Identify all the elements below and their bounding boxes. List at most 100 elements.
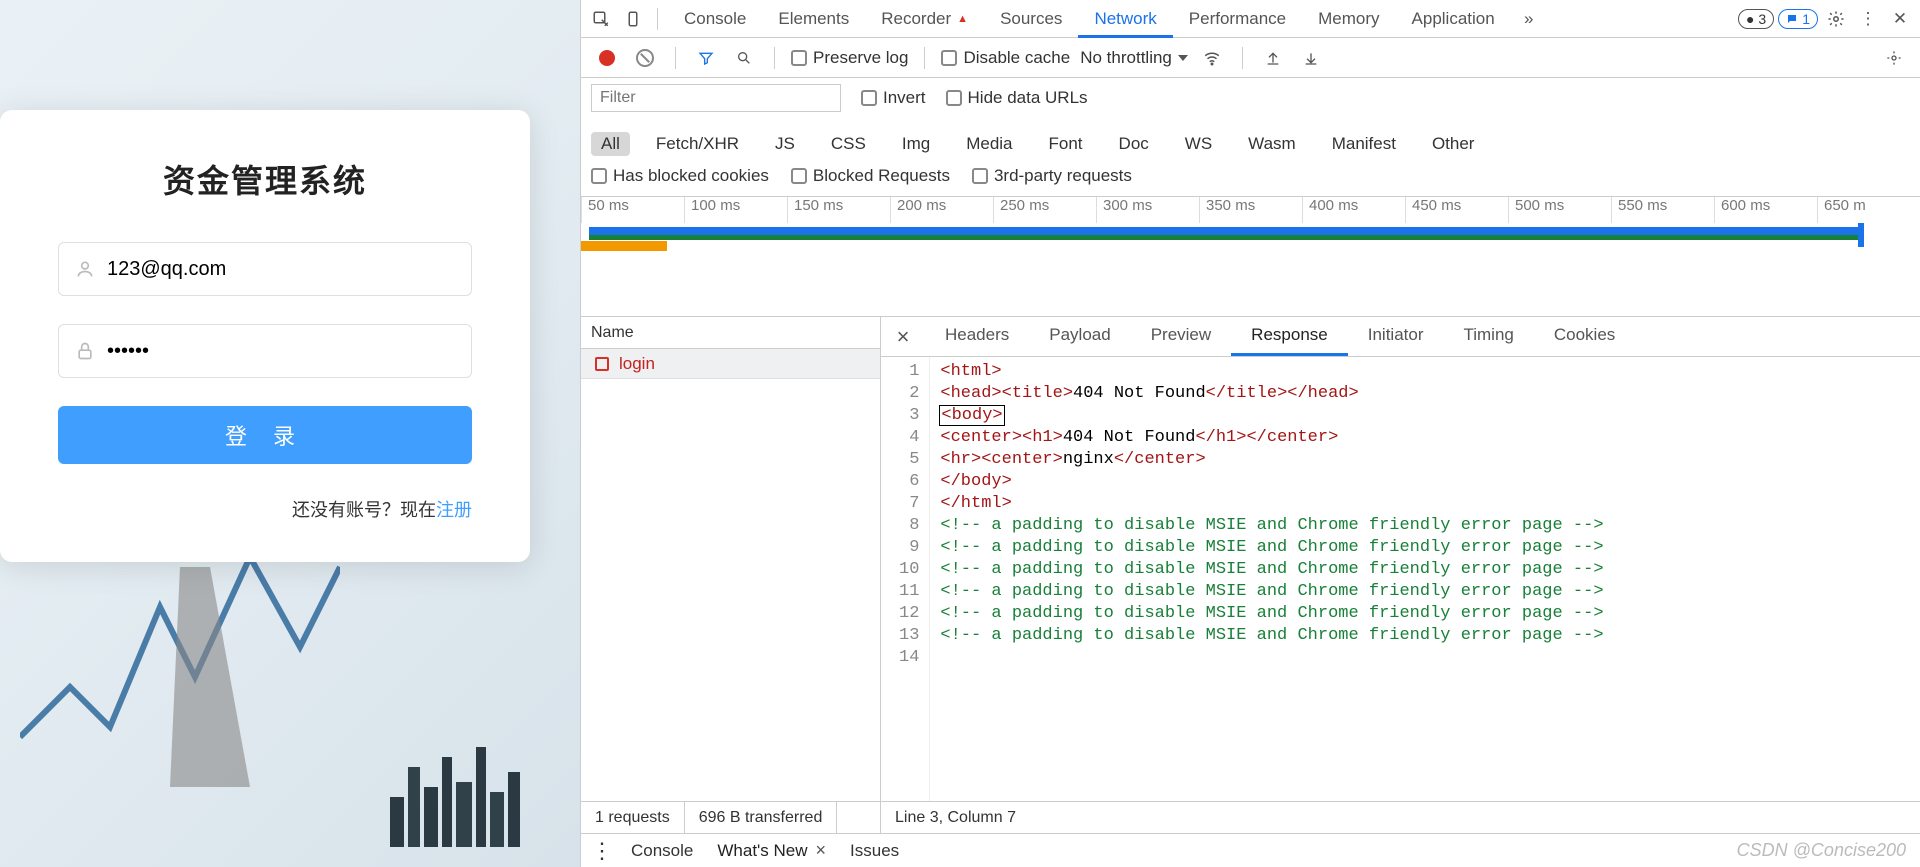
devtools-topbar: ConsoleElementsRecorder▲SourcesNetworkPe… — [581, 0, 1920, 38]
user-icon — [75, 259, 95, 279]
timeline-bar-green — [589, 235, 1860, 240]
detail-tab-preview[interactable]: Preview — [1131, 317, 1231, 356]
response-body[interactable]: 1234567891011121314 <html><head><title>4… — [881, 357, 1920, 801]
timeline-tick: 650 m — [1817, 197, 1920, 223]
drawer-tab-issues[interactable]: Issues — [850, 840, 899, 861]
timeline-tick: 200 ms — [890, 197, 993, 223]
login-title: 资金管理系统 — [58, 156, 472, 202]
type-pill-media[interactable]: Media — [956, 132, 1022, 156]
lock-icon — [75, 341, 95, 361]
preserve-log-checkbox[interactable]: Preserve log — [791, 48, 908, 68]
gear-icon[interactable] — [1822, 5, 1850, 33]
separator — [657, 8, 658, 30]
type-pill-wasm[interactable]: Wasm — [1238, 132, 1306, 156]
watermark: CSDN @Concise200 — [1737, 840, 1906, 861]
clear-button[interactable] — [631, 44, 659, 72]
register-row: 还没有账号？现在注册 — [58, 496, 472, 522]
login-button[interactable]: 登 录 — [58, 406, 472, 464]
devtools-tab-network[interactable]: Network — [1078, 0, 1172, 37]
close-detail-icon[interactable]: × — [891, 324, 915, 350]
throttling-select[interactable]: No throttling — [1080, 48, 1188, 68]
type-pill-css[interactable]: CSS — [821, 132, 876, 156]
type-pill-img[interactable]: Img — [892, 132, 940, 156]
request-error-icon — [595, 357, 609, 371]
close-drawer-tab-icon[interactable]: × — [816, 840, 827, 861]
invert-checkbox[interactable]: Invert — [861, 88, 926, 108]
devtools-tab-application[interactable]: Application — [1396, 0, 1511, 37]
devtools-tabs: ConsoleElementsRecorder▲SourcesNetworkPe… — [668, 0, 1511, 37]
record-button[interactable] — [593, 44, 621, 72]
timeline-tick: 100 ms — [684, 197, 787, 223]
chart-line-decor — [20, 527, 340, 787]
download-icon[interactable] — [1297, 44, 1325, 72]
timeline-tick: 500 ms — [1508, 197, 1611, 223]
timeline-tick: 600 ms — [1714, 197, 1817, 223]
timeline-tick: 50 ms — [581, 197, 684, 223]
network-timeline[interactable]: 50 ms100 ms150 ms200 ms250 ms300 ms350 m… — [581, 197, 1920, 317]
type-pill-all[interactable]: All — [591, 132, 630, 156]
hide-data-urls-checkbox[interactable]: Hide data URLs — [946, 88, 1088, 108]
search-icon[interactable] — [730, 44, 758, 72]
third-party-checkbox[interactable]: 3rd-party requests — [972, 166, 1132, 186]
register-link[interactable]: 注册 — [436, 500, 472, 520]
type-pill-js[interactable]: JS — [765, 132, 805, 156]
email-field[interactable] — [107, 258, 455, 281]
cursor-position: Line 3, Column 7 — [881, 809, 1030, 827]
blocked-requests-checkbox[interactable]: Blocked Requests — [791, 166, 950, 186]
devtools-tab-recorder[interactable]: Recorder▲ — [865, 0, 984, 37]
devtools-tab-memory[interactable]: Memory — [1302, 0, 1395, 37]
password-field[interactable] — [107, 340, 455, 363]
request-list-header[interactable]: Name — [581, 317, 880, 349]
more-tabs-icon[interactable]: » — [1515, 5, 1543, 33]
gear-icon-small[interactable] — [1880, 44, 1908, 72]
drawer-kebab-icon[interactable]: ⋮ — [591, 838, 611, 864]
devtools-tab-elements[interactable]: Elements — [762, 0, 865, 37]
request-list: Name login — [581, 317, 881, 801]
request-row[interactable]: login — [581, 349, 880, 379]
drawer-tab-what-s-new[interactable]: What's New× — [717, 840, 826, 861]
filter-input[interactable] — [591, 84, 841, 112]
kebab-icon[interactable]: ⋮ — [1854, 5, 1882, 33]
inspect-icon[interactable] — [587, 5, 615, 33]
register-prompt: 还没有账号？现在 — [292, 500, 436, 520]
network-body: Name login × HeadersPayloadPreviewRespon… — [581, 317, 1920, 801]
close-devtools-icon[interactable]: ✕ — [1886, 5, 1914, 33]
issues-badge[interactable]: 1 — [1778, 9, 1818, 29]
wifi-icon[interactable] — [1198, 44, 1226, 72]
detail-tab-headers[interactable]: Headers — [925, 317, 1029, 356]
device-icon[interactable] — [619, 5, 647, 33]
status-item: 1 requests — [581, 802, 685, 833]
timeline-tick: 150 ms — [787, 197, 890, 223]
detail-tab-timing[interactable]: Timing — [1443, 317, 1533, 356]
errors-badge[interactable]: ● 3 — [1738, 9, 1774, 29]
type-pill-other[interactable]: Other — [1422, 132, 1485, 156]
disable-cache-checkbox[interactable]: Disable cache — [941, 48, 1070, 68]
detail-tab-response[interactable]: Response — [1231, 317, 1348, 356]
devtools-tab-performance[interactable]: Performance — [1173, 0, 1302, 37]
email-input-wrap[interactable] — [58, 242, 472, 296]
upload-icon[interactable] — [1259, 44, 1287, 72]
timeline-tick: 300 ms — [1096, 197, 1199, 223]
timeline-tick: 400 ms — [1302, 197, 1405, 223]
type-pill-ws[interactable]: WS — [1175, 132, 1222, 156]
detail-tab-initiator[interactable]: Initiator — [1348, 317, 1444, 356]
password-input-wrap[interactable] — [58, 324, 472, 378]
devtools-tab-console[interactable]: Console — [668, 0, 762, 37]
type-pill-font[interactable]: Font — [1039, 132, 1093, 156]
login-card: 资金管理系统 登 录 还没有账号？现在注册 — [0, 110, 530, 562]
timeline-tick: 550 ms — [1611, 197, 1714, 223]
timeline-cap — [1858, 223, 1864, 247]
status-item: 696 B transferred — [685, 802, 838, 833]
status-bar: 1 requests696 B transferred Line 3, Colu… — [581, 801, 1920, 833]
timeline-bar-orange — [581, 241, 667, 251]
detail-tab-payload[interactable]: Payload — [1029, 317, 1130, 356]
blocked-cookies-checkbox[interactable]: Has blocked cookies — [591, 166, 769, 186]
timeline-bar-blue — [589, 227, 1860, 235]
type-pill-doc[interactable]: Doc — [1109, 132, 1159, 156]
filter-icon[interactable] — [692, 44, 720, 72]
type-pill-manifest[interactable]: Manifest — [1322, 132, 1406, 156]
detail-tab-cookies[interactable]: Cookies — [1534, 317, 1635, 356]
drawer-tab-console[interactable]: Console — [631, 840, 693, 861]
type-pill-fetch-xhr[interactable]: Fetch/XHR — [646, 132, 749, 156]
devtools-tab-sources[interactable]: Sources — [984, 0, 1078, 37]
